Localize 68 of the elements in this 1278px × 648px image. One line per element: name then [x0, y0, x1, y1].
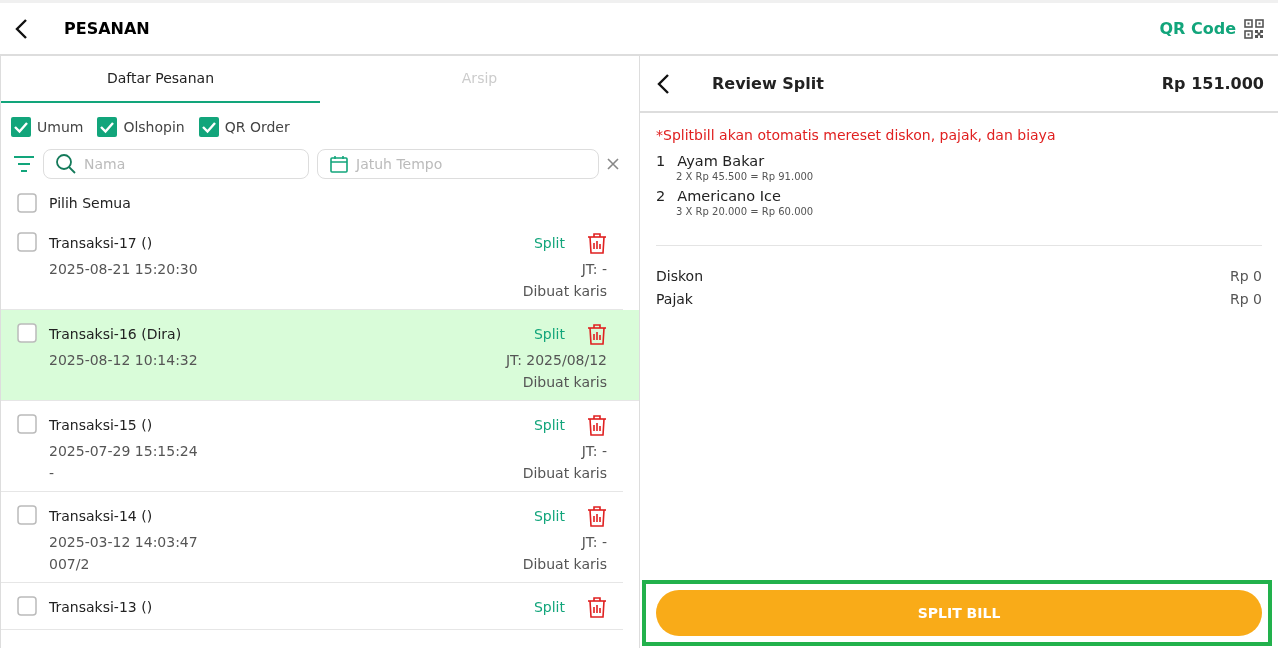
order-name: Transaksi-17 () [49, 235, 154, 251]
order-date: 2025-07-29 15:15:24 [49, 443, 198, 459]
page-title: PESANAN [64, 19, 151, 38]
checkbox[interactable] [17, 193, 37, 213]
item-number: 1 [656, 153, 666, 169]
search-field[interactable]: Nama [43, 149, 309, 179]
trash-icon[interactable] [587, 232, 607, 254]
item-name: Ayam Bakar [677, 153, 765, 169]
creator-text: Dibuat karis [522, 556, 607, 572]
filter-label: Umum [37, 119, 84, 135]
filter-label: Olshopin [123, 119, 185, 135]
item-number: 2 [656, 188, 666, 204]
split-link[interactable]: Split [533, 417, 565, 433]
split-link[interactable]: Split [533, 599, 565, 615]
trash-icon[interactable] [587, 596, 607, 618]
trash-icon[interactable] [587, 323, 607, 345]
close-icon[interactable] [607, 158, 619, 170]
due-date-text: JT: 2025/08/12 [506, 352, 607, 368]
review-title: Review Split [712, 74, 825, 93]
calendar-icon [330, 155, 348, 173]
due-date-text: JT: - [581, 261, 607, 277]
tab[interactable]: Daftar Pesanan [1, 56, 320, 103]
summary-label: Pajak [656, 291, 693, 307]
due-date-text: JT: - [581, 443, 607, 459]
checkbox[interactable] [17, 414, 37, 434]
search-icon [56, 154, 76, 174]
select-all-label: Pilih Semua [49, 195, 131, 211]
split-link[interactable]: Split [533, 326, 565, 342]
order-name: Transaksi-13 () [49, 599, 154, 615]
trash-icon[interactable] [587, 414, 607, 436]
item-price-detail: 2 X Rp 45.500 = Rp 91.000 [675, 171, 815, 182]
order-date: 2025-03-12 14:03:47 [49, 534, 198, 550]
checkbox[interactable] [97, 117, 118, 137]
trash-icon[interactable] [587, 505, 607, 527]
item-name: Americano Ice [677, 188, 781, 204]
checkbox[interactable] [17, 596, 37, 616]
creator-text: Dibuat karis [522, 465, 607, 481]
order-note: 007/2 [49, 556, 90, 572]
filter-icon[interactable] [13, 155, 35, 173]
checkbox[interactable] [198, 117, 219, 137]
warning-text: *Splitbill akan otomatis mereset diskon, pajak, dan biaya [655, 126, 1057, 145]
checkbox[interactable] [17, 232, 37, 252]
qr-code-icon[interactable] [1244, 18, 1264, 39]
creator-text: Dibuat karis [522, 374, 607, 390]
order-name: Transaksi-15 () [49, 417, 154, 433]
order-name: Transaksi-14 () [49, 508, 154, 524]
summary-value: Rp 0 [1230, 291, 1262, 307]
order-name: Transaksi-16 (Dira) [49, 326, 183, 342]
summary-value: Rp 0 [1230, 268, 1262, 284]
creator-text: Dibuat karis [522, 283, 607, 299]
back-icon[interactable] [14, 17, 28, 40]
total-amount: Rp 151.000 [1161, 74, 1264, 93]
split-link[interactable]: Split [533, 508, 565, 524]
split-link[interactable]: Split [533, 235, 565, 251]
due-date-field[interactable]: Jatuh Tempo [317, 149, 599, 179]
order-note: - [49, 465, 55, 481]
order-date: 2025-08-21 15:20:30 [49, 261, 198, 277]
order-date: 2025-08-12 10:14:32 [49, 352, 198, 368]
qr-code-link[interactable]: QR Code [1159, 19, 1236, 38]
item-price-detail: 3 X Rp 20.000 = Rp 60.000 [675, 206, 815, 217]
split-bill-button[interactable]: SPLIT BILL [656, 590, 1262, 636]
checkbox[interactable] [17, 323, 37, 343]
summary-label: Diskon [656, 268, 703, 284]
checkbox[interactable] [11, 117, 31, 137]
checkbox[interactable] [17, 505, 37, 525]
due-date-text: JT: - [581, 534, 607, 550]
back-icon[interactable] [656, 72, 670, 95]
filter-label: QR Order [224, 119, 290, 135]
